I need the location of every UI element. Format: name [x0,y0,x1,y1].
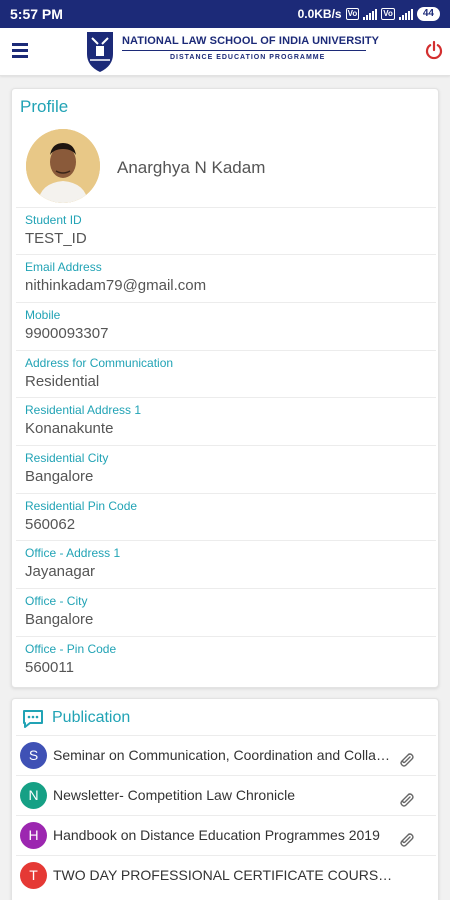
network-speed: 0.0KB/s [297,7,342,21]
field-value: Konanakunte [25,420,114,437]
status-time: 5:57 PM [10,6,63,22]
field-student-id: Student ID TEST_ID [16,207,436,254]
power-icon[interactable] [424,40,444,60]
field-label: Residential Pin Code [25,499,138,513]
volte-badge: Vo [345,8,360,20]
field-office-pin: Office - Pin Code 560011 [16,636,436,683]
field-label: Email Address [25,260,102,274]
publication-title: Newsletter- Competition Law Chronicle [53,787,295,803]
app-title: NATIONAL LAW SCHOOL OF INDIA UNIVERSITY [122,35,380,47]
field-label: Address for Communication [25,356,174,370]
attachment-icon[interactable] [397,750,415,768]
publication-item[interactable]: N Newsletter- Competition Law Chronicle [16,775,436,815]
field-label: Residential Address 1 [25,403,142,417]
field-value: 560011 [25,659,74,676]
avatar-photo [26,129,100,203]
field-label: Student ID [25,213,82,227]
publication-letter-avatar: T [20,862,47,889]
publication-section-title: Publication [52,709,131,726]
publication-letter-avatar: N [20,782,47,809]
field-value: TEST_ID [25,230,87,247]
attachment-icon[interactable] [397,790,415,808]
field-value: Jayanagar [25,563,96,580]
field-residential-city: Residential City Bangalore [16,445,436,492]
hamburger-menu-icon[interactable] [12,42,30,58]
field-value: Bangalore [25,468,94,485]
title-divider [122,50,366,51]
battery-indicator: 44 [416,7,440,21]
field-email: Email Address nithinkadam79@gmail.com [16,254,436,301]
field-value: 560062 [25,516,76,533]
field-label: Office - Address 1 [25,546,121,560]
status-icons: 0.0KB/s Vo Vo 44 [298,7,440,21]
status-bar: 5:57 PM 0.0KB/s Vo Vo 44 [0,0,450,28]
volte-badge-2: Vo [381,8,395,20]
publication-title: TWO DAY PROFESSIONAL CERTIFICATE COURSE … [53,867,395,883]
publication-card: Publication S Seminar on Communication, … [11,698,439,900]
signal-icon [363,8,378,20]
field-label: Mobile [25,308,61,322]
field-address-communication: Address for Communication Residential [16,350,436,397]
university-emblem-icon [87,32,113,72]
field-value: Residential [25,373,100,390]
field-label: Office - City [25,594,88,608]
avatar[interactable] [26,129,100,203]
publication-item[interactable]: H Handbook on Distance Education Program… [16,815,436,855]
app-subtitle: DISTANCE EDUCATION PROGRAMME [170,54,326,61]
field-office-city: Office - City Bangalore [16,588,436,635]
publication-letter-avatar: H [20,822,47,849]
profile-card: Profile Anarghya N Kadam Student ID TEST… [11,88,439,688]
publication-item[interactable]: S Seminar on Communication, Coordination… [16,735,436,775]
field-label: Residential City [25,451,109,465]
field-mobile: Mobile 9900093307 [16,302,436,349]
profile-header: Anarghya N Kadam [16,123,436,207]
attachment-icon[interactable] [397,830,415,848]
field-residential-pin: Residential Pin Code 560062 [16,493,436,540]
signal-icon-2 [398,8,413,20]
field-residential-address: Residential Address 1 Konanakunte [16,397,436,444]
field-label: Office - Pin Code [25,642,117,656]
field-value: 9900093307 [25,325,109,342]
publication-letter-avatar: S [20,742,47,769]
chat-bubble-icon [23,710,43,728]
publication-title: Handbook on Distance Education Programme… [53,827,380,843]
field-office-address: Office - Address 1 Jayanagar [16,540,436,587]
field-value: nithinkadam79@gmail.com [25,277,207,294]
publication-title: Seminar on Communication, Coordination a… [53,747,395,763]
field-value: Bangalore [25,611,94,628]
user-name: Anarghya N Kadam [117,158,266,177]
app-bar: NATIONAL LAW SCHOOL OF INDIA UNIVERSITY … [0,28,450,76]
profile-section-title: Profile [20,97,69,116]
publication-item[interactable]: T TWO DAY PROFESSIONAL CERTIFICATE COURS… [16,855,436,895]
